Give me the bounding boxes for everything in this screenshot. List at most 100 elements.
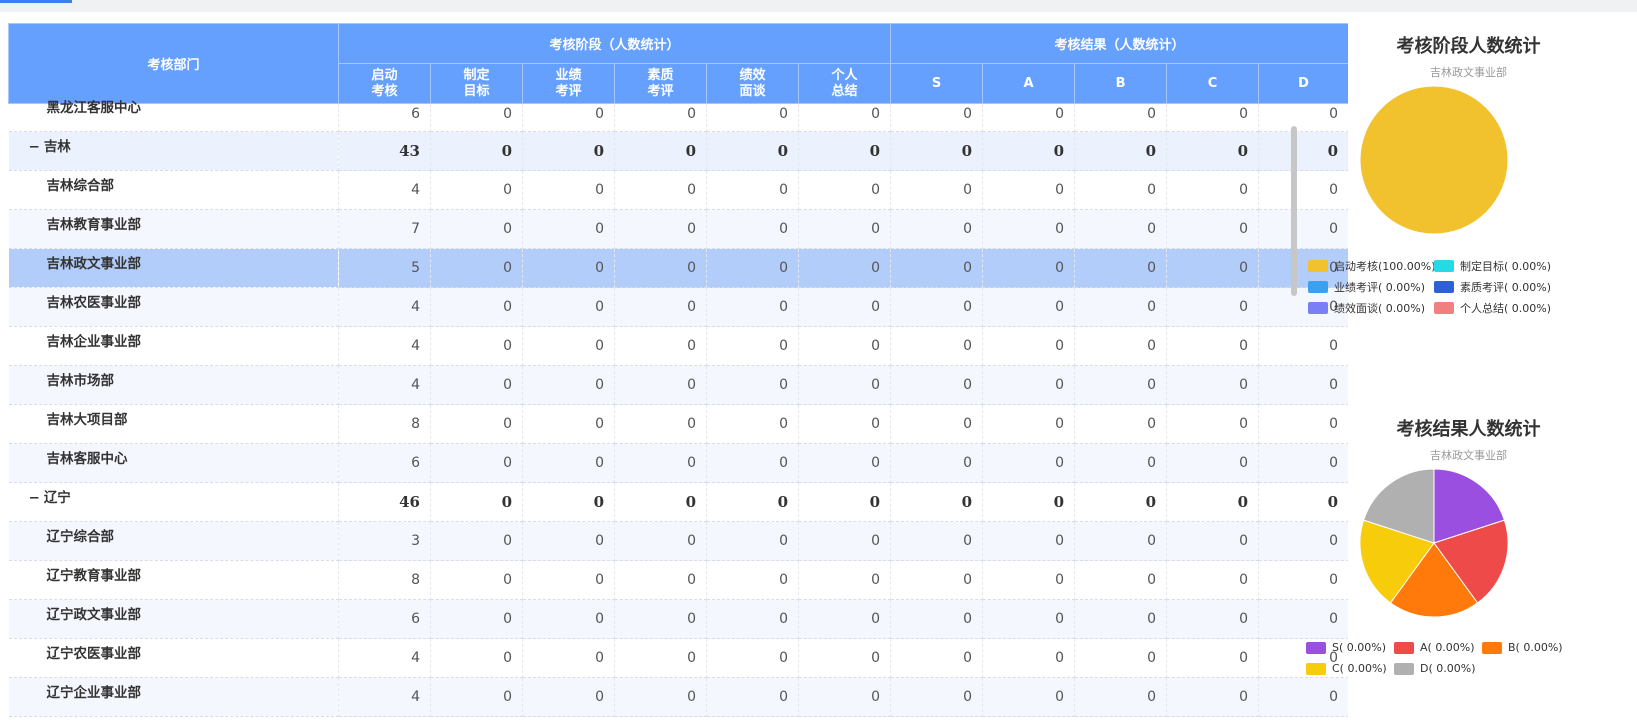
stage-count-cell: 0	[706, 443, 799, 483]
stage-count-cell: 0	[430, 287, 523, 327]
legend-item[interactable]: A( 0.00%)	[1394, 641, 1475, 654]
table-group-row[interactable]: − 辽宁 46 0 0 0 0 0 0 0 0 0 0	[8, 482, 1348, 522]
count-value: 0	[687, 105, 696, 122]
count-value: 0	[871, 689, 881, 705]
count-value: 3	[411, 533, 420, 549]
table-row[interactable]: 辽宁政文事业部 6 0 0 0 0 0 0 0 0 0 0	[8, 599, 1348, 639]
stage-chart-subtitle: 吉林政文事业部	[1430, 66, 1507, 79]
stage-count-cell: 0	[522, 599, 615, 639]
result-count-cell: 0	[1074, 482, 1168, 522]
result-col-header[interactable]: A	[982, 63, 1076, 104]
result-count-cell: 0	[982, 365, 1076, 405]
stage-count-cell: 0	[798, 638, 892, 678]
legend-item[interactable]: D( 0.00%)	[1394, 662, 1476, 675]
count-value: 0	[501, 142, 512, 160]
stage-col-header[interactable]: 启动 考核	[338, 63, 431, 104]
result-count-cell: 0	[1074, 170, 1168, 210]
table-group-row[interactable]: − 吉林 43 0 0 0 0 0 0 0 0 0 0	[8, 131, 1348, 171]
stage-count-cell: 0	[522, 560, 615, 600]
count-value: 0	[961, 142, 973, 160]
count-value: 0	[1055, 572, 1065, 588]
count-value: 0	[687, 572, 696, 588]
count-value: 0	[963, 533, 973, 549]
table-row[interactable]: 黑龙江客服中心 6 0 0 0 0 0 0 0 0 0 0	[8, 100, 1348, 132]
legend-item[interactable]: B( 0.00%)	[1482, 641, 1563, 654]
result-count-cell: 0	[982, 287, 1076, 327]
stage-col-header[interactable]: 个人 总结	[797, 63, 892, 104]
count-value: 0	[503, 416, 512, 432]
stage-col-header[interactable]: 绩效 面谈	[706, 63, 799, 104]
count-value: 0	[779, 611, 788, 627]
result-col-header[interactable]: C	[1166, 63, 1260, 104]
legend-swatch	[1434, 260, 1454, 272]
table-row[interactable]: 吉林市场部 4 0 0 0 0 0 0 0 0 0 0	[8, 365, 1348, 405]
count-value: 0	[595, 182, 604, 198]
stage-count-cell: 0	[614, 638, 707, 678]
stage-col-header[interactable]: 制定 目标	[430, 63, 523, 104]
result-col-header[interactable]: B	[1074, 63, 1168, 104]
stage-count-cell: 0	[798, 482, 892, 522]
dept-cell: 辽宁企业事业部	[8, 677, 339, 717]
dept-name: 吉林市场部	[46, 373, 115, 389]
count-value: 0	[503, 689, 512, 705]
result-count-cell: 0	[890, 521, 984, 561]
table-row[interactable]: 吉林综合部 4 0 0 0 0 0 0 0 0 0 0	[8, 170, 1348, 210]
table-row[interactable]: 吉林企业事业部 4 0 0 0 0 0 0 0 0 0 0	[8, 326, 1348, 366]
dept-cell: 辽宁农医事业部	[8, 638, 339, 678]
count-value: 0	[503, 260, 512, 276]
stage-count-cell: 0	[706, 170, 799, 210]
legend-item[interactable]: 绩效面谈( 0.00%)	[1308, 300, 1425, 316]
table-row[interactable]: 吉林客服中心 6 0 0 0 0 0 0 0 0 0 0	[8, 443, 1348, 483]
result-count-cell: 0	[1074, 326, 1168, 366]
table-row[interactable]: 辽宁农医事业部 4 0 0 0 0 0 0 0 0 0 0	[8, 638, 1348, 678]
count-value: 0	[1147, 416, 1157, 432]
dept-name: 吉林	[43, 139, 71, 155]
table-row[interactable]: 吉林教育事业部 7 0 0 0 0 0 0 0 0 0 0	[8, 209, 1348, 249]
count-value: 0	[1147, 689, 1157, 705]
count-value: 0	[595, 533, 604, 549]
table-row[interactable]: 辽宁企业事业部 4 0 0 0 0 0 0 0 0 0 0	[8, 677, 1348, 717]
pie-slice-启动考核[interactable]	[1359, 85, 1509, 235]
legend-label: A( 0.00%)	[1420, 641, 1475, 654]
table-row[interactable]: 吉林大项目部 8 0 0 0 0 0 0 0 0 0 0	[8, 404, 1348, 444]
stage-col-header[interactable]: 素质 考评	[614, 63, 707, 104]
stage-count-cell: 0	[522, 521, 615, 561]
stage-count-cell: 0	[798, 599, 892, 639]
legend-item[interactable]: 启动考核(100.00%)	[1308, 258, 1436, 274]
table-row[interactable]: 辽宁综合部 3 0 0 0 0 0 0 0 0 0 0	[8, 521, 1348, 561]
collapse-toggle-icon[interactable]: −	[29, 139, 40, 155]
count-value: 0	[777, 142, 788, 160]
result-count-cell: 0	[1074, 521, 1168, 561]
count-value: 0	[1145, 493, 1157, 511]
stage-count-cell: 0	[706, 404, 799, 444]
stage-count-cell: 46	[338, 482, 431, 522]
legend-item[interactable]: 个人总结( 0.00%)	[1434, 300, 1551, 316]
legend-item[interactable]: S( 0.00%)	[1306, 641, 1386, 654]
stage-count-cell: 0	[706, 287, 799, 327]
table-row[interactable]: 辽宁教育事业部 8 0 0 0 0 0 0 0 0 0 0	[8, 560, 1348, 600]
count-value: 0	[687, 221, 696, 237]
result-pie	[1359, 468, 1509, 618]
dept-column-header[interactable]: 考核部门	[8, 23, 339, 104]
legend-item[interactable]: 素质考评( 0.00%)	[1434, 279, 1551, 295]
stage-chart-title: 考核阶段人数统计	[1396, 36, 1541, 57]
stage-count-cell: 0	[706, 131, 799, 171]
active-tab-indicator[interactable]	[0, 0, 72, 3]
stage-count-cell: 0	[614, 248, 707, 288]
stage-col-header[interactable]: 业绩 考评	[522, 63, 615, 104]
legend-label: S( 0.00%)	[1332, 641, 1387, 654]
count-value: 0	[1055, 260, 1065, 276]
stage-count-cell: 0	[614, 170, 707, 210]
legend-item[interactable]: 业绩考评( 0.00%)	[1308, 279, 1425, 295]
stage-count-cell: 0	[614, 209, 707, 249]
collapse-toggle-icon[interactable]: −	[29, 490, 40, 506]
result-col-header[interactable]: S	[890, 63, 984, 104]
count-value: 0	[687, 416, 696, 432]
legend-item[interactable]: C( 0.00%)	[1306, 662, 1387, 675]
legend-item[interactable]: 制定目标( 0.00%)	[1434, 258, 1551, 274]
count-value: 0	[871, 105, 881, 122]
table-row[interactable]: 吉林政文事业部 5 0 0 0 0 0 0 0 0 0 0	[8, 248, 1348, 288]
result-chart-subtitle: 吉林政文事业部	[1430, 449, 1507, 462]
table-row[interactable]: 吉林农医事业部 4 0 0 0 0 0 0 0 0 0 0	[8, 287, 1348, 327]
table-scrollbar[interactable]	[1291, 126, 1297, 296]
